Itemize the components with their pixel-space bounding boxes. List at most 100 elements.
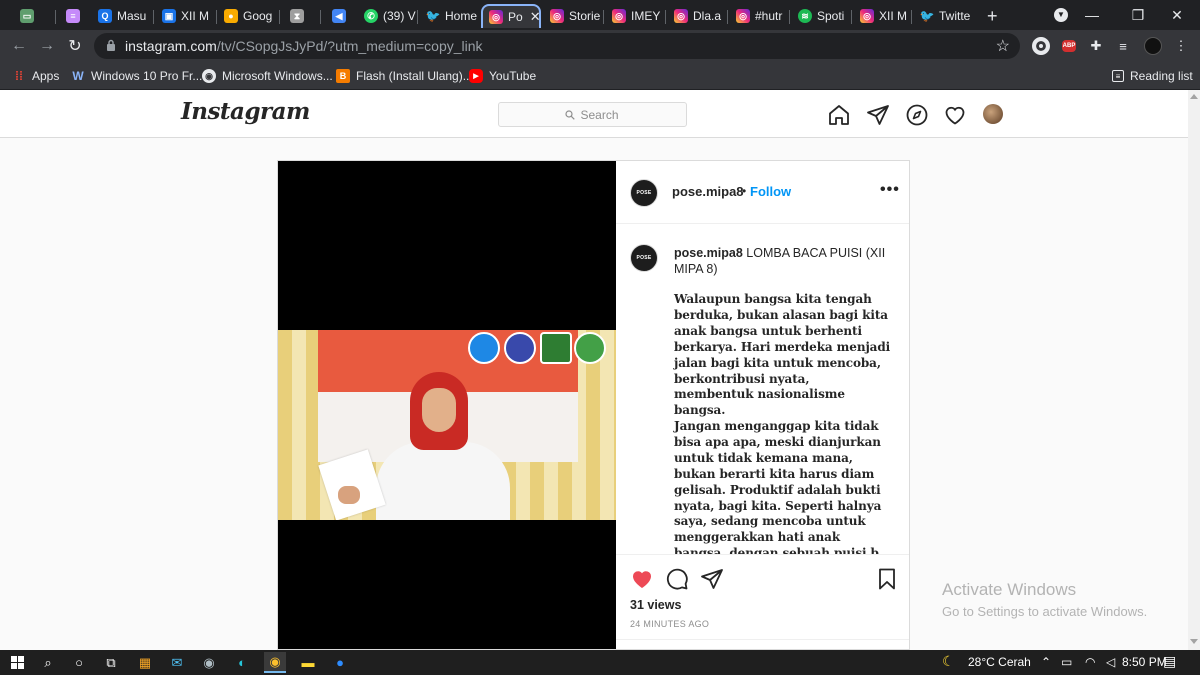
chrome-taskbar-icon[interactable]: ◉ xyxy=(264,652,286,673)
instagram-logo[interactable]: Instagram xyxy=(181,98,310,125)
bookmark-youtube[interactable]: ▶ YouTube xyxy=(469,67,536,85)
video-player[interactable] xyxy=(278,161,616,649)
tab-10[interactable]: ◎ Storie xyxy=(544,4,602,28)
profile-avatar-menu[interactable] xyxy=(983,104,1003,124)
more-options-icon[interactable]: ••• xyxy=(880,181,900,199)
tab-5[interactable]: ⧗ xyxy=(284,4,314,28)
extension-record-icon[interactable] xyxy=(1030,35,1052,57)
battery-icon[interactable]: ▭ xyxy=(1061,655,1072,669)
close-tab-icon[interactable]: ✕ xyxy=(530,9,539,25)
minimize-button[interactable]: — xyxy=(1069,0,1115,30)
bookmark-windows10[interactable]: W Windows 10 Pro Fr... xyxy=(71,67,202,85)
zoom-icon[interactable]: ● xyxy=(329,652,351,673)
tab-active-post[interactable]: ◎ Po ✕ xyxy=(481,4,541,28)
blogger-icon: B xyxy=(336,69,350,83)
video-frame xyxy=(278,330,616,520)
home-icon[interactable] xyxy=(827,103,851,127)
tab-14[interactable]: ≋ Spoti xyxy=(792,4,850,28)
bookmark-apps[interactable]: ⁞⁞ Apps xyxy=(12,67,59,85)
instagram-icon: ◎ xyxy=(612,9,626,23)
reload-button[interactable]: ↻ xyxy=(64,35,86,57)
back-button[interactable]: ← xyxy=(8,35,30,57)
edge-icon[interactable]: ◐ xyxy=(231,652,253,673)
tab-1[interactable]: ≡ xyxy=(60,4,92,28)
post-actions: 31 views 24 MINUTES AGO xyxy=(616,554,909,649)
tab-4[interactable]: ● Goog xyxy=(218,4,276,28)
bookmark-microsoft[interactable]: ◉ Microsoft Windows... xyxy=(202,67,333,85)
task-view-icon[interactable]: ⧉ xyxy=(100,652,122,673)
save-bookmark-icon[interactable] xyxy=(875,567,899,591)
search-taskbar-icon[interactable]: ⌕ xyxy=(37,652,59,673)
search-box[interactable] xyxy=(498,102,687,127)
tab-15[interactable]: ◎ XII M xyxy=(854,4,910,28)
caption-author-avatar[interactable]: POSE xyxy=(630,244,658,272)
post-timestamp[interactable]: 24 MINUTES AGO xyxy=(630,619,709,629)
watermark-title: Activate Windows xyxy=(942,580,1077,599)
extensions-puzzle-icon[interactable]: ✚ xyxy=(1085,35,1107,57)
tab-11[interactable]: ◎ IMEY xyxy=(606,4,664,28)
reading-list-button[interactable]: ≡ Reading list xyxy=(1112,67,1193,85)
tab-6[interactable]: ◀ xyxy=(326,4,358,28)
tab-8[interactable]: 🐦 Home xyxy=(420,4,478,28)
forward-button[interactable]: → xyxy=(36,35,58,57)
activity-heart-icon[interactable] xyxy=(943,103,967,127)
lock-icon xyxy=(107,39,115,51)
tab-16[interactable]: 🐦 Twitte xyxy=(914,4,974,28)
cortana-icon[interactable]: ○ xyxy=(68,652,90,673)
caption-username[interactable]: pose.mipa8 xyxy=(674,246,743,260)
camera-icon[interactable]: ◉ xyxy=(198,652,220,673)
post-author-username[interactable]: pose.mipa8 xyxy=(672,184,744,199)
clock-time[interactable]: 8:50 PM xyxy=(1122,655,1167,669)
like-heart-icon[interactable] xyxy=(630,567,654,591)
notifications-icon[interactable]: ▤ xyxy=(1163,653,1176,670)
media-controls-icon[interactable]: ≡ xyxy=(1112,35,1134,57)
comment-icon[interactable] xyxy=(665,567,689,591)
post-author-avatar[interactable]: POSE xyxy=(630,179,658,207)
url-path: /tv/CSopgJsJyPd/?utm_medium=copy_link xyxy=(216,38,483,54)
q-icon: Q xyxy=(98,9,112,23)
direct-message-icon[interactable] xyxy=(866,103,890,127)
adblock-plus-icon[interactable]: ABP xyxy=(1058,35,1080,57)
page-scrollbar[interactable] xyxy=(1188,90,1200,650)
address-bar[interactable]: instagram.com/tv/CSopgJsJyPd/?utm_medium… xyxy=(94,33,1020,59)
tab-2[interactable]: Q Masu xyxy=(92,4,150,28)
scroll-down-arrow-icon[interactable] xyxy=(1190,639,1198,644)
mail-icon[interactable]: ✉ xyxy=(166,652,188,673)
bookmark-star-icon[interactable]: ☆ xyxy=(996,36,1010,56)
scroll-up-arrow-icon[interactable] xyxy=(1190,94,1198,99)
youtube-icon: ▶ xyxy=(469,69,483,83)
new-tab-button[interactable]: + xyxy=(981,4,1003,28)
tab-0[interactable]: ▭ xyxy=(14,4,50,28)
tab-13[interactable]: ◎ #hutr xyxy=(730,4,788,28)
bookmark-flash[interactable]: B Flash (Install Ulang)... xyxy=(336,67,473,85)
follow-button[interactable]: Follow xyxy=(750,184,791,199)
kebab-menu-icon[interactable]: ⋮ xyxy=(1170,35,1192,57)
weather-text[interactable]: 28°C Cerah xyxy=(968,655,1031,669)
tab-title: Goog xyxy=(243,9,273,23)
wifi-icon[interactable]: ◠ xyxy=(1085,655,1095,669)
arrow-right-icon: → xyxy=(39,37,55,54)
view-count[interactable]: 31 views xyxy=(630,598,681,612)
post-caption: POSE pose.mipa8 LOMBA BACA PUISI (XII MI… xyxy=(616,224,909,554)
search-input[interactable] xyxy=(499,103,686,126)
url-text: instagram.com/tv/CSopgJsJyPd/?utm_medium… xyxy=(125,38,483,54)
weather-moon-icon[interactable]: ☾ xyxy=(942,653,955,670)
instagram-icon: ◎ xyxy=(860,9,874,23)
file-explorer-icon[interactable]: ▬ xyxy=(297,652,319,673)
volume-icon[interactable]: ◁ xyxy=(1106,655,1115,669)
start-button[interactable] xyxy=(6,652,28,673)
tab-7[interactable]: ✆ (39) V xyxy=(358,4,416,28)
explore-compass-icon[interactable] xyxy=(905,103,929,127)
browser-toolbar: ← → ↻ instagram.com/tv/CSopgJsJyPd/?utm_… xyxy=(0,30,1200,62)
close-window-button[interactable]: ✕ xyxy=(1154,0,1200,30)
profile-avatar[interactable] xyxy=(1142,35,1164,57)
globe-icon: ◉ xyxy=(202,69,216,83)
caption-paragraph-2: Jangan menganggap kita tidak bisa apa ap… xyxy=(674,419,892,554)
store-icon[interactable]: ▦ xyxy=(134,652,156,673)
tab-3[interactable]: ▣ XII M xyxy=(156,4,214,28)
spotify-icon: ≋ xyxy=(798,9,812,23)
share-icon[interactable] xyxy=(700,567,724,591)
tray-chevron-up-icon[interactable]: ⌃ xyxy=(1041,655,1051,669)
reading-list-icon: ≡ xyxy=(1112,70,1124,82)
tab-12[interactable]: ◎ Dla.a xyxy=(668,4,726,28)
